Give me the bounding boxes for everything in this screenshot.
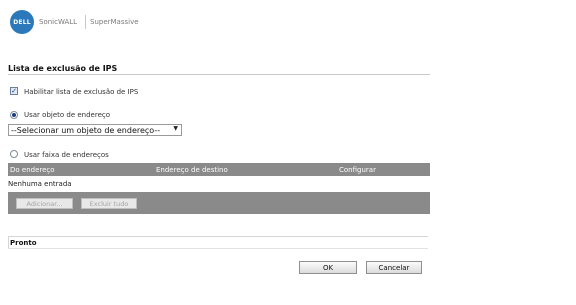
exclusion-table-footer: Adicionar... Excluir tudo: [8, 192, 430, 214]
use-address-range-label: Usar faixa de endereços: [24, 151, 109, 159]
ok-button[interactable]: OK: [299, 261, 357, 274]
delete-all-button[interactable]: Excluir tudo: [81, 198, 137, 209]
product-name: SonicWALL: [39, 18, 78, 26]
model-name: SuperMassive: [90, 18, 139, 26]
section-title: Lista de exclusão de IPS: [8, 64, 118, 73]
column-header-from[interactable]: Do endereço: [10, 166, 55, 174]
add-button[interactable]: Adicionar...: [16, 198, 73, 209]
section-divider: [8, 74, 430, 75]
radio-selected-dot: [12, 113, 16, 117]
status-border-bottom: [8, 248, 428, 249]
exclusion-table-header: Do endereço Endereço de destino Configur…: [8, 163, 430, 176]
brand-divider: [85, 15, 86, 29]
use-address-range-radio[interactable]: [10, 150, 18, 158]
status-border-top: [8, 236, 428, 237]
table-empty-row: Nenhuma entrada: [8, 180, 72, 188]
dell-logo-text: DELL: [13, 18, 31, 26]
address-object-select-value: --Selecionar um objeto de endereço--: [11, 126, 161, 135]
status-text: Pronto: [10, 239, 37, 247]
cancel-button[interactable]: Cancelar: [366, 261, 422, 274]
use-address-object-radio[interactable]: [10, 111, 18, 119]
use-address-object-label: Usar objeto de endereço: [24, 111, 111, 119]
column-header-destination[interactable]: Endereço de destino: [156, 166, 228, 174]
enable-exclusion-checkbox[interactable]: ✓: [10, 87, 18, 95]
address-object-select[interactable]: --Selecionar um objeto de endereço-- ▼: [8, 124, 182, 136]
dell-logo: DELL: [10, 10, 34, 34]
enable-exclusion-label: Habilitar lista de exclusão de IPS: [24, 88, 139, 96]
column-header-configure: Configurar: [339, 166, 376, 174]
checkmark-icon: ✓: [11, 86, 17, 95]
dropdown-arrow-icon: ▼: [173, 125, 178, 132]
